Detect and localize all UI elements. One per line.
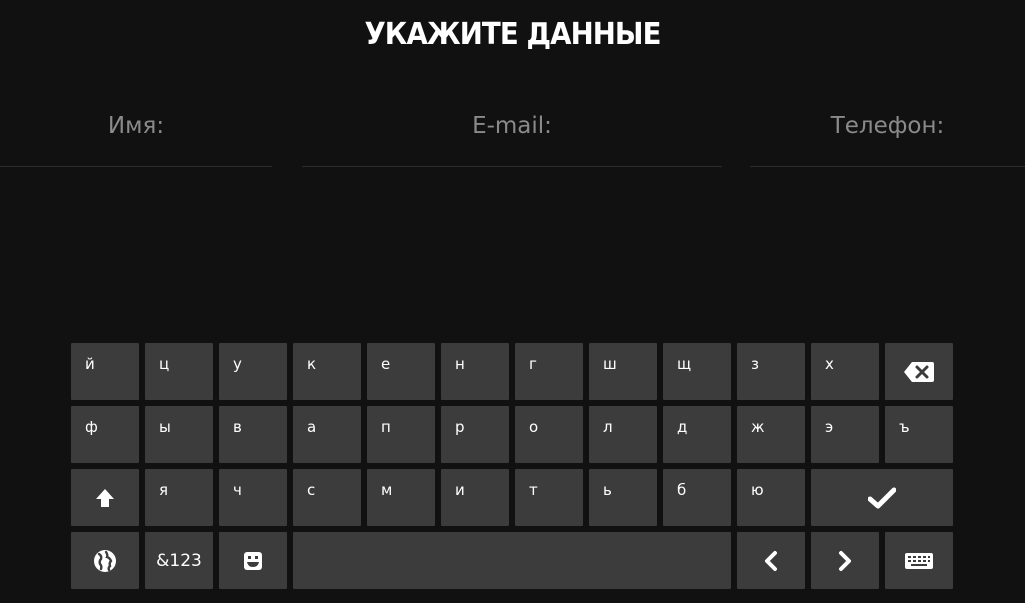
chevron-left-icon: [737, 532, 805, 589]
key-char: с: [307, 481, 316, 499]
key-letter[interactable]: н: [441, 343, 509, 400]
key-letter[interactable]: т: [515, 469, 583, 526]
backspace-icon: [885, 343, 953, 400]
key-char: о: [529, 418, 539, 436]
key-letter[interactable]: з: [737, 343, 805, 400]
key-char: ф: [85, 418, 98, 436]
key-letter[interactable]: ж: [737, 406, 805, 463]
key-char: л: [603, 418, 613, 436]
key-char: р: [455, 418, 465, 436]
key-letter[interactable]: щ: [663, 343, 731, 400]
key-char: б: [677, 481, 687, 499]
key-char: з: [751, 355, 759, 373]
on-screen-keyboard: й ц у к е н г ш щ з х ф ы в а п р о л д …: [71, 343, 953, 589]
space-key[interactable]: [293, 532, 731, 589]
key-letter[interactable]: п: [367, 406, 435, 463]
key-letter[interactable]: о: [515, 406, 583, 463]
key-char: ч: [233, 481, 242, 499]
key-char: ш: [603, 355, 617, 373]
hide-keyboard-key[interactable]: [885, 532, 953, 589]
phone-field[interactable]: Телефон:: [750, 100, 1025, 167]
key-letter[interactable]: р: [441, 406, 509, 463]
key-letter[interactable]: э: [811, 406, 879, 463]
key-char: г: [529, 355, 537, 373]
key-letter[interactable]: ц: [145, 343, 213, 400]
shift-arrow-icon: [71, 469, 139, 526]
cursor-left-key[interactable]: [737, 532, 805, 589]
key-char: э: [825, 418, 834, 436]
key-letter[interactable]: к: [293, 343, 361, 400]
key-char: м: [381, 481, 393, 499]
key-char: я: [159, 481, 169, 499]
chevron-right-icon: [811, 532, 879, 589]
key-letter[interactable]: я: [145, 469, 213, 526]
key-char: в: [233, 418, 242, 436]
symbols-key[interactable]: &123: [145, 532, 213, 589]
key-char: и: [455, 481, 465, 499]
key-char: ж: [751, 418, 765, 436]
key-letter[interactable]: л: [589, 406, 657, 463]
cursor-right-key[interactable]: [811, 532, 879, 589]
key-letter[interactable]: а: [293, 406, 361, 463]
key-letter[interactable]: ь: [589, 469, 657, 526]
keyboard-icon: [885, 532, 953, 589]
key-char: щ: [677, 355, 692, 373]
key-letter[interactable]: и: [441, 469, 509, 526]
key-letter[interactable]: ы: [145, 406, 213, 463]
key-char: ь: [603, 481, 612, 499]
key-letter[interactable]: ю: [737, 469, 805, 526]
name-label: Имя:: [107, 113, 165, 139]
key-char: д: [677, 418, 688, 436]
backspace-key[interactable]: [885, 343, 953, 400]
key-letter[interactable]: ф: [71, 406, 139, 463]
emoji-icon: [219, 532, 287, 589]
key-char: ц: [159, 355, 170, 373]
language-key[interactable]: [71, 532, 139, 589]
key-char: й: [85, 355, 95, 373]
key-char: т: [529, 481, 538, 499]
key-letter[interactable]: б: [663, 469, 731, 526]
key-letter[interactable]: в: [219, 406, 287, 463]
key-letter[interactable]: у: [219, 343, 287, 400]
checkmark-icon: [811, 469, 953, 526]
key-letter[interactable]: х: [811, 343, 879, 400]
key-char: ы: [159, 418, 171, 436]
key-letter[interactable]: ч: [219, 469, 287, 526]
key-char: к: [307, 355, 317, 373]
key-letter[interactable]: г: [515, 343, 583, 400]
key-char: ъ: [899, 418, 910, 436]
key-char: а: [307, 418, 317, 436]
key-char: х: [825, 355, 834, 373]
symbols-label: &123: [156, 550, 202, 571]
key-letter[interactable]: й: [71, 343, 139, 400]
enter-key[interactable]: [811, 469, 953, 526]
key-letter[interactable]: м: [367, 469, 435, 526]
key-char: п: [381, 418, 391, 436]
key-letter[interactable]: е: [367, 343, 435, 400]
phone-label: Телефон:: [830, 113, 945, 139]
email-label: E-mail:: [472, 113, 552, 139]
key-letter[interactable]: с: [293, 469, 361, 526]
shift-key[interactable]: [71, 469, 139, 526]
globe-icon: [71, 532, 139, 589]
key-letter[interactable]: д: [663, 406, 731, 463]
email-field[interactable]: E-mail:: [302, 100, 722, 167]
key-char: н: [455, 355, 465, 373]
key-letter[interactable]: ш: [589, 343, 657, 400]
page-title: УКАЖИТЕ ДАННЫЕ: [364, 17, 661, 52]
key-char: ю: [751, 481, 764, 499]
key-char: у: [233, 355, 242, 373]
name-field[interactable]: Имя:: [0, 100, 272, 167]
key-char: е: [381, 355, 391, 373]
emoji-key[interactable]: [219, 532, 287, 589]
key-letter[interactable]: ъ: [885, 406, 953, 463]
